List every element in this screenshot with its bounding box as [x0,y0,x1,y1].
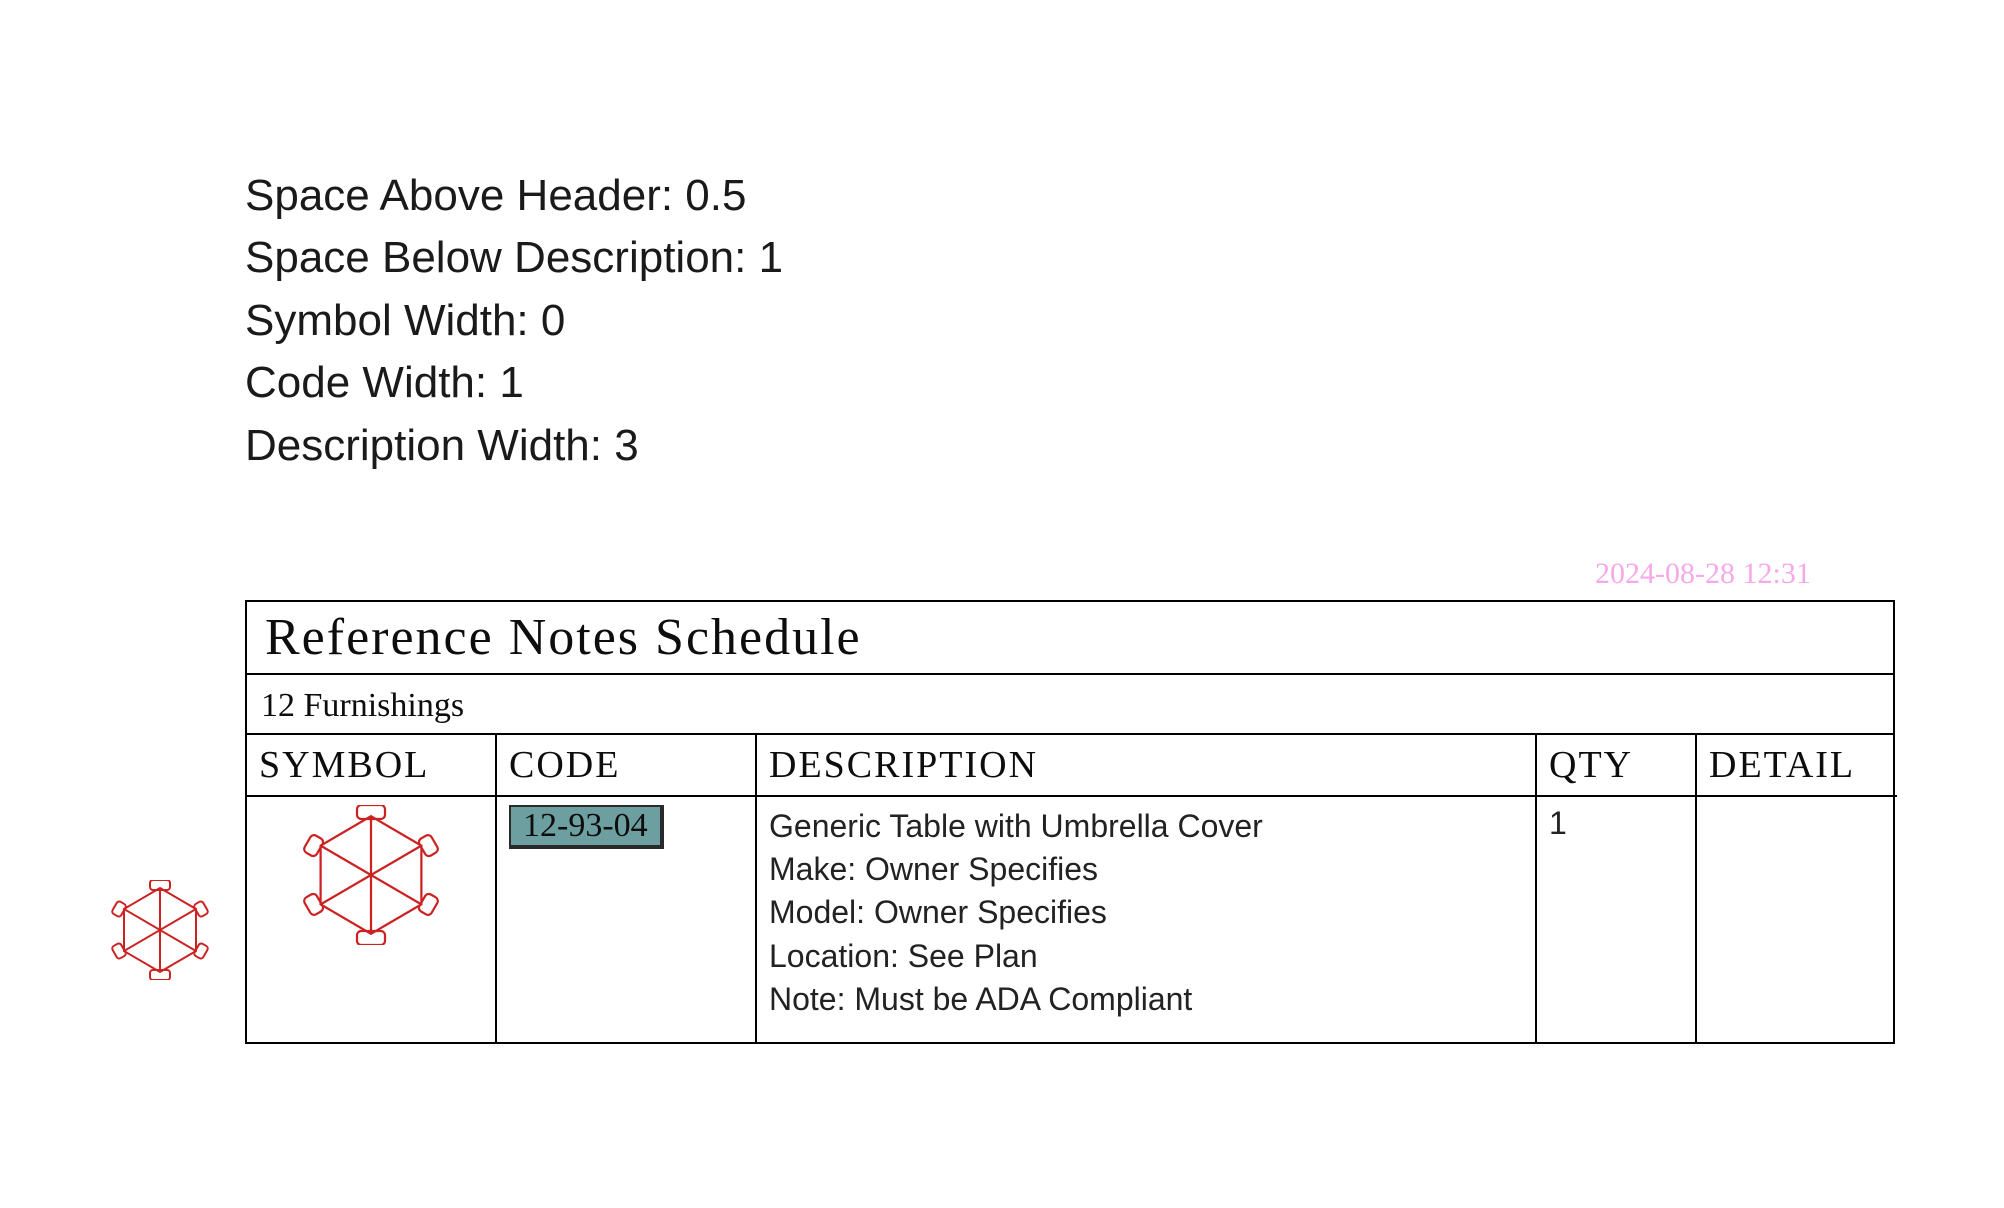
header-description: DESCRIPTION [757,735,1537,797]
param-symbol-width: Symbol Width: 0 [245,290,783,352]
param-space-above-header: Space Above Header: 0.5 [245,165,783,227]
schedule-category: 12 Furnishings [247,675,1893,735]
header-code: CODE [497,735,757,797]
table-row: 12-93-04 Generic Table with Umbrella Cov… [247,797,1893,1042]
code-tag: 12-93-04 [509,805,664,849]
cell-code: 12-93-04 [497,797,757,1042]
schedule-table: Reference Notes Schedule 12 Furnishings … [245,600,1895,1044]
desc-note: Note: Must be ADA Compliant [769,978,1523,1021]
cell-qty: 1 [1537,797,1697,1042]
timestamp: 2024-08-28 12:31 [1595,557,1811,591]
table-symbol-icon [301,805,441,950]
cell-description: Generic Table with Umbrella Cover Make: … [757,797,1537,1042]
param-description-width: Description Width: 3 [245,415,783,477]
desc-make: Make: Owner Specifies [769,848,1523,891]
schedule-title: Reference Notes Schedule [247,602,1893,675]
external-table-symbol-icon [110,880,210,985]
param-code-width: Code Width: 1 [245,352,783,414]
cell-detail [1697,797,1897,1042]
desc-model: Model: Owner Specifies [769,891,1523,934]
cell-symbol [247,797,497,1042]
header-detail: DETAIL [1697,735,1897,797]
header-qty: QTY [1537,735,1697,797]
desc-title: Generic Table with Umbrella Cover [769,805,1523,848]
desc-location: Location: See Plan [769,935,1523,978]
header-symbol: SYMBOL [247,735,497,797]
table-header-row: SYMBOL CODE DESCRIPTION QTY DETAIL [247,735,1893,797]
parameter-list: Space Above Header: 0.5 Space Below Desc… [245,165,783,477]
param-space-below-description: Space Below Description: 1 [245,227,783,289]
